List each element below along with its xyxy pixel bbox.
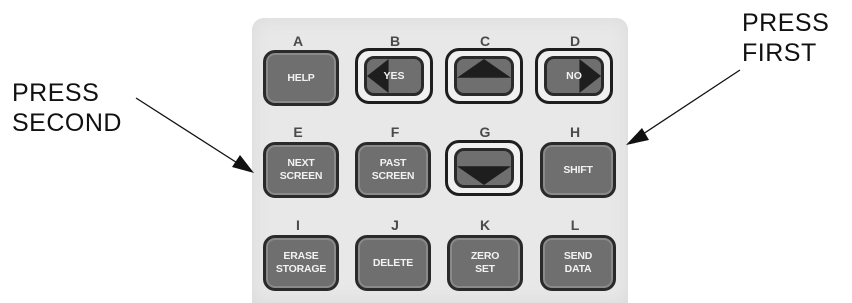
press-first-arrowhead — [626, 128, 649, 145]
press-second-leader-line — [135, 97, 243, 167]
press-first-leader-line — [639, 69, 741, 137]
press-second-arrowhead — [232, 155, 254, 173]
leader-arrows — [135, 69, 741, 173]
